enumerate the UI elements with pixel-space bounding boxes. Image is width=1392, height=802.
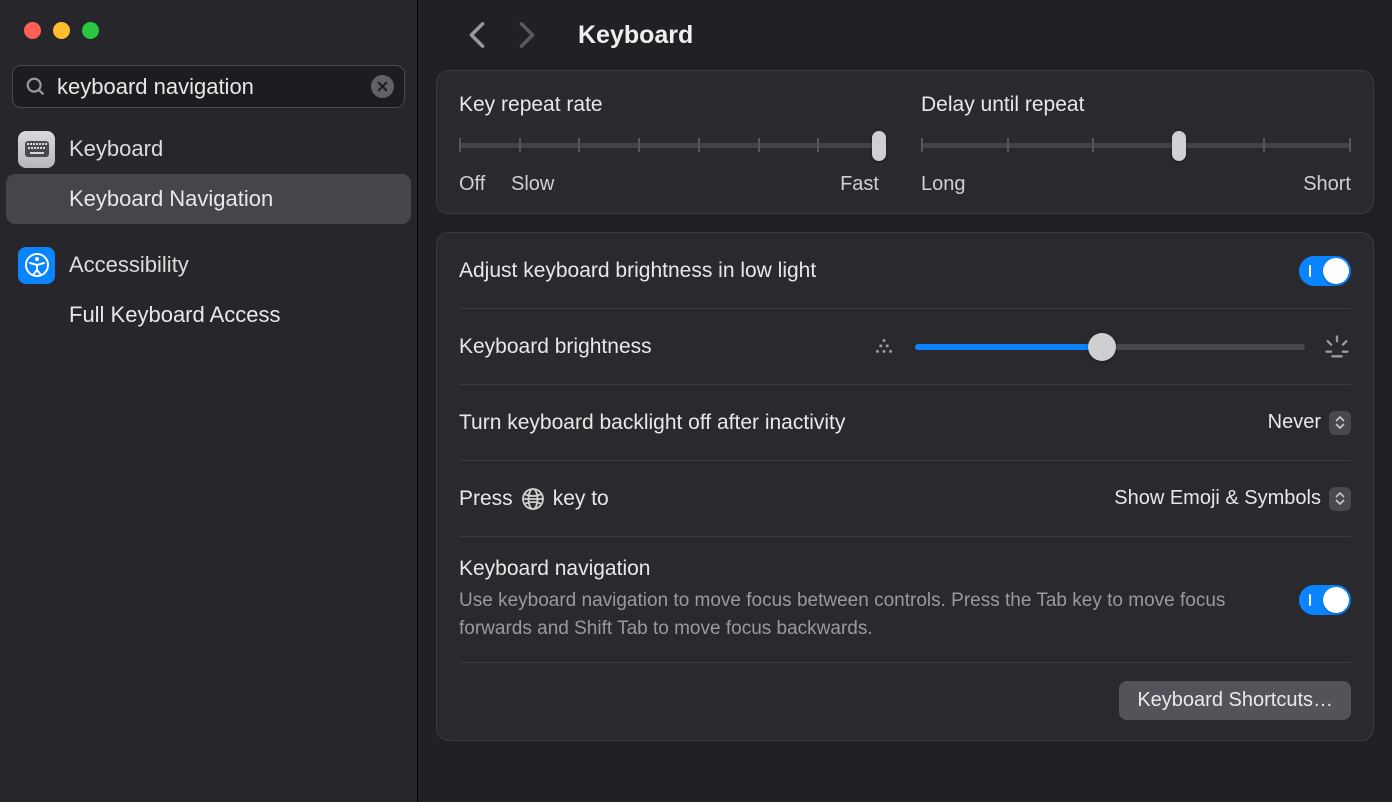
key-repeat-rate-label: Key repeat rate (459, 93, 879, 117)
chevron-left-icon (468, 21, 486, 49)
sidebar-sub-full-keyboard-access[interactable]: Full Keyboard Access (6, 290, 411, 340)
brightness-high-icon (1323, 333, 1351, 361)
backlight-off-popup[interactable]: Never (1268, 411, 1351, 435)
keyboard-shortcuts-button[interactable]: Keyboard Shortcuts… (1119, 681, 1351, 720)
popup-chevrons-icon (1329, 411, 1351, 435)
scale-slow: Slow (511, 173, 554, 196)
minimize-window-button[interactable] (53, 22, 70, 39)
globe-label-post: key to (553, 487, 609, 511)
clear-search-button[interactable] (371, 75, 394, 98)
main-content: Keyboard Key repeat rate Off Slow Fast (418, 0, 1392, 802)
forward-button (516, 18, 538, 52)
key-repeat-rate-slider[interactable] (459, 131, 879, 161)
sidebar-sub-label: Full Keyboard Access (69, 302, 281, 328)
close-window-button[interactable] (24, 22, 41, 39)
backlight-off-value: Never (1268, 411, 1321, 434)
delay-until-repeat-slider[interactable] (921, 131, 1351, 161)
sidebar-results: Keyboard Keyboard Navigation Accessibili… (0, 118, 417, 362)
auto-brightness-toggle[interactable] (1299, 256, 1351, 286)
globe-key-value: Show Emoji & Symbols (1114, 487, 1321, 510)
repeat-panel: Key repeat rate Off Slow Fast Delay unti… (436, 70, 1374, 214)
globe-label-pre: Press (459, 487, 513, 511)
sidebar-item-label: Keyboard (69, 136, 163, 162)
sidebar-item-accessibility[interactable]: Accessibility (6, 240, 411, 290)
popup-chevrons-icon (1329, 487, 1351, 511)
keyboard-brightness-label: Keyboard brightness (459, 335, 652, 359)
keyboard-navigation-row: Keyboard navigation Use keyboard navigat… (459, 537, 1351, 663)
search-icon (25, 76, 47, 98)
scale-off: Off (459, 173, 485, 196)
delay-until-repeat-label: Delay until repeat (921, 93, 1351, 117)
delay-scale: Long Short (921, 173, 1351, 196)
backlight-off-label: Turn keyboard backlight off after inacti… (459, 411, 845, 435)
chevron-right-icon (518, 21, 536, 49)
settings-panel: Adjust keyboard brightness in low light … (436, 232, 1374, 741)
zoom-window-button[interactable] (82, 22, 99, 39)
auto-brightness-label: Adjust keyboard brightness in low light (459, 259, 816, 283)
delay-until-repeat-group: Delay until repeat Long Short (921, 93, 1351, 197)
header: Keyboard (418, 0, 1392, 70)
keyboard-brightness-slider[interactable] (915, 344, 1305, 350)
search-field[interactable] (12, 65, 405, 108)
window-controls (0, 0, 417, 39)
back-button[interactable] (466, 18, 488, 52)
globe-key-popup[interactable]: Show Emoji & Symbols (1114, 487, 1351, 511)
auto-brightness-row: Adjust keyboard brightness in low light (459, 233, 1351, 309)
sidebar-item-label: Accessibility (69, 252, 189, 278)
accessibility-icon (18, 247, 55, 284)
key-repeat-rate-group: Key repeat rate Off Slow Fast (459, 93, 879, 197)
sidebar-sub-keyboard-navigation[interactable]: Keyboard Navigation (6, 174, 411, 224)
sidebar: Keyboard Keyboard Navigation Accessibili… (0, 0, 418, 802)
globe-icon (521, 487, 545, 511)
brightness-low-icon (871, 334, 897, 360)
globe-key-row: Press key to Show Emoji & Symbols (459, 461, 1351, 537)
x-icon (376, 80, 389, 93)
scale-fast: Fast (840, 173, 879, 196)
keyboard-brightness-row: Keyboard brightness (459, 309, 1351, 385)
sidebar-item-keyboard[interactable]: Keyboard (6, 124, 411, 174)
search-input[interactable] (47, 74, 371, 100)
keyboard-navigation-desc: Use keyboard navigation to move focus be… (459, 587, 1259, 642)
keyboard-navigation-label: Keyboard navigation (459, 557, 1283, 581)
keyboard-navigation-toggle[interactable] (1299, 585, 1351, 615)
page-title: Keyboard (578, 21, 693, 50)
key-repeat-scale: Off Slow Fast (459, 173, 879, 197)
backlight-off-row: Turn keyboard backlight off after inacti… (459, 385, 1351, 461)
keyboard-icon (18, 131, 55, 168)
scale-long: Long (921, 173, 966, 196)
sidebar-sub-label: Keyboard Navigation (69, 186, 273, 212)
scale-short: Short (1303, 173, 1351, 196)
